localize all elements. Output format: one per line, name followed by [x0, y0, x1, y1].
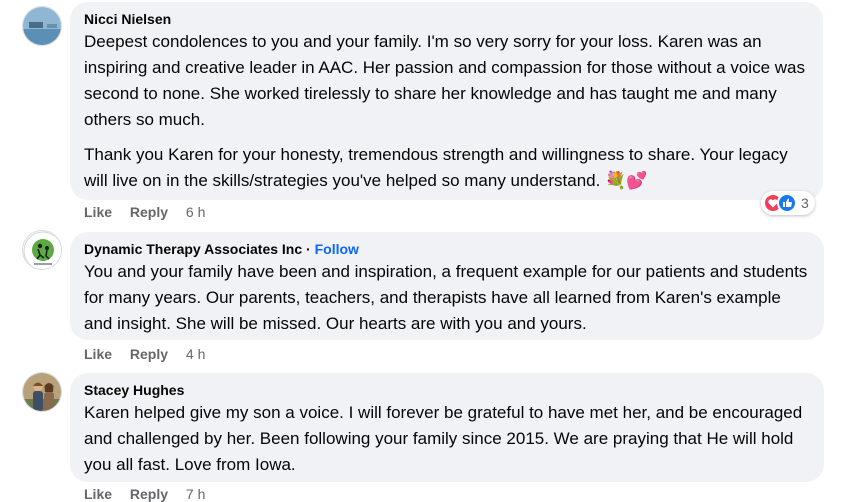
- timestamp[interactable]: 4 h: [186, 346, 205, 362]
- comment-bubble: Dynamic Therapy Associates Inc · Follow …: [70, 232, 824, 340]
- avatar[interactable]: [22, 230, 62, 270]
- reaction-summary[interactable]: 3: [761, 191, 815, 215]
- comment-actions: Like Reply 6 h: [84, 204, 219, 220]
- comment-bubble: Nicci Nielsen Deepest condolences to you…: [70, 2, 823, 200]
- avatar[interactable]: [22, 6, 62, 46]
- comment-author[interactable]: Nicci Nielsen: [84, 10, 809, 29]
- bouquet-emoji-icon: 💐: [605, 171, 627, 190]
- comment-actions: Like Reply 4 h: [84, 346, 219, 362]
- timestamp[interactable]: 6 h: [186, 204, 205, 220]
- comment-bubble: Stacey Hughes Karen helped give my son a…: [70, 373, 824, 482]
- comment-author[interactable]: Dynamic Therapy Associates Inc: [84, 241, 302, 257]
- like-reaction-icon: [777, 193, 797, 213]
- like-button[interactable]: Like: [84, 204, 112, 220]
- separator: ·: [306, 241, 311, 257]
- reply-button[interactable]: Reply: [130, 204, 168, 220]
- comment-text: Karen helped give my son a voice. I will…: [84, 403, 803, 474]
- comment-text: Thank you Karen for your honesty, tremen…: [84, 145, 788, 190]
- comment-text: Deepest condolences to you and your fami…: [84, 32, 805, 129]
- comment-author[interactable]: Stacey Hughes: [84, 381, 810, 400]
- comment-actions: Like Reply 7 h: [84, 486, 219, 502]
- like-button[interactable]: Like: [84, 486, 112, 502]
- timestamp[interactable]: 7 h: [186, 486, 205, 502]
- avatar[interactable]: [22, 372, 62, 412]
- hearts-emoji-icon: 💕: [626, 171, 648, 190]
- like-button[interactable]: Like: [84, 346, 112, 362]
- comment-text: You and your family have been and inspir…: [84, 262, 808, 333]
- follow-button[interactable]: Follow: [315, 241, 359, 257]
- reply-button[interactable]: Reply: [130, 486, 168, 502]
- reply-button[interactable]: Reply: [130, 346, 168, 362]
- reaction-count: 3: [801, 195, 809, 211]
